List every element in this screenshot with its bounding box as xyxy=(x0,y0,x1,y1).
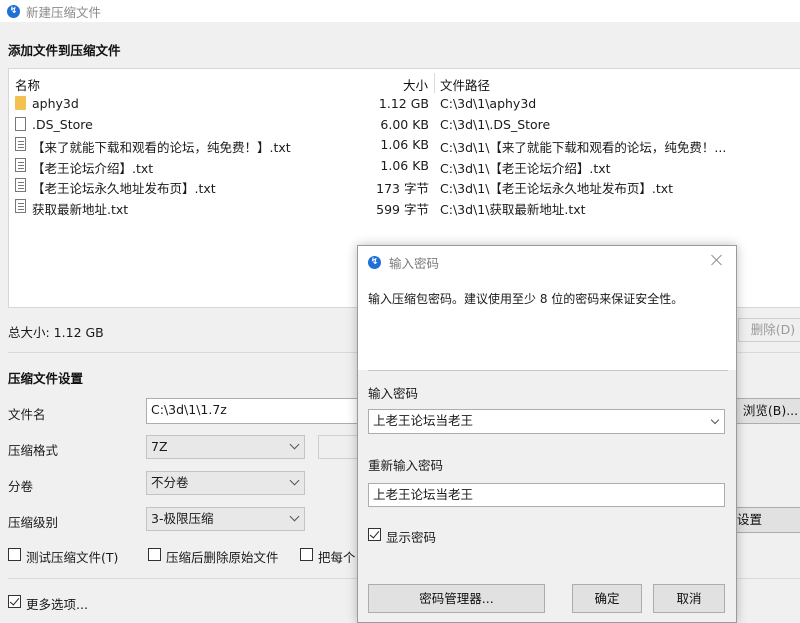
format-select[interactable]: 7Z xyxy=(146,435,305,459)
show-password-checkbox[interactable] xyxy=(368,528,381,541)
test-archive-label: 测试压缩文件(T) xyxy=(26,550,119,565)
browse-button[interactable]: 浏览(B)... xyxy=(733,398,800,424)
file-path: C:\3d\1\.DS_Store xyxy=(440,117,551,132)
password-label: 输入密码 xyxy=(368,386,419,401)
file-path: C:\3d\1\【老王论坛永久地址发布页】.txt xyxy=(440,181,674,196)
folder-icon xyxy=(15,96,26,110)
delete-button[interactable]: 删除(D) xyxy=(738,318,800,342)
dialog-titlebar: ↯ 输入密码 xyxy=(358,246,736,278)
more-options-label: 更多选项... xyxy=(26,597,88,612)
file-name: 【老王论坛介绍】.txt xyxy=(32,161,154,176)
file-name: 【老王论坛永久地址发布页】.txt xyxy=(32,181,216,196)
chevron-down-icon xyxy=(289,511,300,522)
filename-label: 文件名 xyxy=(8,407,46,422)
ok-button[interactable]: 确定 xyxy=(572,584,642,613)
each-separately-label: 把每个 xyxy=(318,550,356,565)
dialog-description: 输入压缩包密码。建议使用至少 8 位的密码来保证安全性。 xyxy=(368,292,684,306)
file-size: 173 字节 xyxy=(376,181,429,196)
chevron-down-icon[interactable] xyxy=(710,415,720,425)
file-row[interactable]: 【老王论坛介绍】.txt 1.06 KB C:\3d\1\【老王论坛介绍】.tx… xyxy=(9,156,800,176)
delete-after-checkbox[interactable] xyxy=(148,548,161,561)
file-icon xyxy=(15,117,26,131)
column-separator[interactable] xyxy=(434,73,435,93)
app-logo-icon: ↯ xyxy=(368,255,381,269)
show-password-label: 显示密码 xyxy=(386,530,437,545)
dialog-description-panel: 输入压缩包密码。建议使用至少 8 位的密码来保证安全性。 xyxy=(358,278,736,370)
file-size: 1.06 KB xyxy=(380,158,429,173)
cancel-button[interactable]: 取消 xyxy=(653,584,725,613)
file-row[interactable]: 【来了就能下载和观看的论坛，纯免费！】.txt 1.06 KB C:\3d\1\… xyxy=(9,135,800,155)
divider xyxy=(368,370,728,371)
chevron-down-icon xyxy=(289,439,300,450)
file-name: 【来了就能下载和观看的论坛，纯免费！】.txt xyxy=(32,140,291,155)
password-dialog: ↯ 输入密码 输入压缩包密码。建议使用至少 8 位的密码来保证安全性。 输入密码… xyxy=(357,245,737,623)
filename-field[interactable]: C:\3d\1\1.7z xyxy=(146,398,386,424)
text-file-icon xyxy=(15,158,26,172)
reenter-password-label: 重新输入密码 xyxy=(368,458,444,473)
close-icon[interactable] xyxy=(710,253,724,267)
password-input-value: 上老王论坛当老王 xyxy=(373,413,474,428)
column-header-path[interactable]: 文件路径 xyxy=(440,75,490,94)
window-title: 新建压缩文件 xyxy=(26,4,102,20)
file-path: C:\3d\1\获取最新地址.txt xyxy=(440,202,586,217)
file-row[interactable]: aphy3d 1.12 GB C:\3d\1\aphy3d xyxy=(9,94,800,114)
level-select-value: 3-极限压缩 xyxy=(151,511,214,526)
file-size: 6.00 KB xyxy=(380,117,429,132)
split-label: 分卷 xyxy=(8,479,34,494)
chevron-down-icon xyxy=(289,475,300,486)
test-archive-checkbox[interactable] xyxy=(8,548,21,561)
file-row[interactable]: 【老王论坛永久地址发布页】.txt 173 字节 C:\3d\1\【老王论坛永久… xyxy=(9,176,800,196)
reenter-password-input[interactable]: 上老王论坛当老王 xyxy=(368,483,725,507)
file-name: aphy3d xyxy=(32,96,79,111)
file-row[interactable]: .DS_Store 6.00 KB C:\3d\1\.DS_Store xyxy=(9,115,800,135)
total-size-text: 总大小: 1.12 GB xyxy=(8,325,104,340)
column-header-size[interactable]: 大小 xyxy=(403,75,428,94)
format-options-button[interactable] xyxy=(318,435,358,459)
advanced-settings-button[interactable]: 设置 xyxy=(733,507,800,533)
password-input[interactable]: 上老王论坛当老王 xyxy=(368,409,725,434)
format-label: 压缩格式 xyxy=(8,443,59,458)
delete-after-label: 压缩后删除原始文件 xyxy=(166,550,279,565)
file-row[interactable]: 获取最新地址.txt 599 字节 C:\3d\1\获取最新地址.txt xyxy=(9,197,800,217)
text-file-icon xyxy=(15,199,26,213)
file-name: 获取最新地址.txt xyxy=(32,202,129,217)
split-select[interactable]: 不分卷 xyxy=(146,471,305,495)
more-options-checkbox[interactable] xyxy=(8,595,21,608)
text-file-icon xyxy=(15,178,26,192)
file-size: 1.12 GB xyxy=(378,96,429,111)
each-separately-checkbox[interactable] xyxy=(300,548,313,561)
app-logo-icon: ↯ xyxy=(7,4,20,18)
format-select-value: 7Z xyxy=(151,439,168,454)
file-path: C:\3d\1\aphy3d xyxy=(440,96,537,111)
file-path: C:\3d\1\【来了就能下载和观看的论坛，纯免费！... xyxy=(440,140,727,155)
file-path: C:\3d\1\【老王论坛介绍】.txt xyxy=(440,161,611,176)
window-titlebar: ↯ 新建压缩文件 xyxy=(0,0,800,22)
file-list-header: 名称 大小 文件路径 xyxy=(9,73,800,93)
split-select-value: 不分卷 xyxy=(151,475,189,490)
settings-heading: 压缩文件设置 xyxy=(8,371,84,386)
file-size: 599 字节 xyxy=(376,202,429,217)
level-select[interactable]: 3-极限压缩 xyxy=(146,507,305,531)
file-name: .DS_Store xyxy=(32,117,93,132)
dialog-title: 输入密码 xyxy=(389,255,440,271)
add-files-heading: 添加文件到压缩文件 xyxy=(8,43,121,58)
text-file-icon xyxy=(15,137,26,151)
file-size: 1.06 KB xyxy=(380,137,429,152)
password-manager-button[interactable]: 密码管理器... xyxy=(368,584,545,613)
column-header-name[interactable]: 名称 xyxy=(15,75,40,94)
level-label: 压缩级别 xyxy=(8,515,59,530)
